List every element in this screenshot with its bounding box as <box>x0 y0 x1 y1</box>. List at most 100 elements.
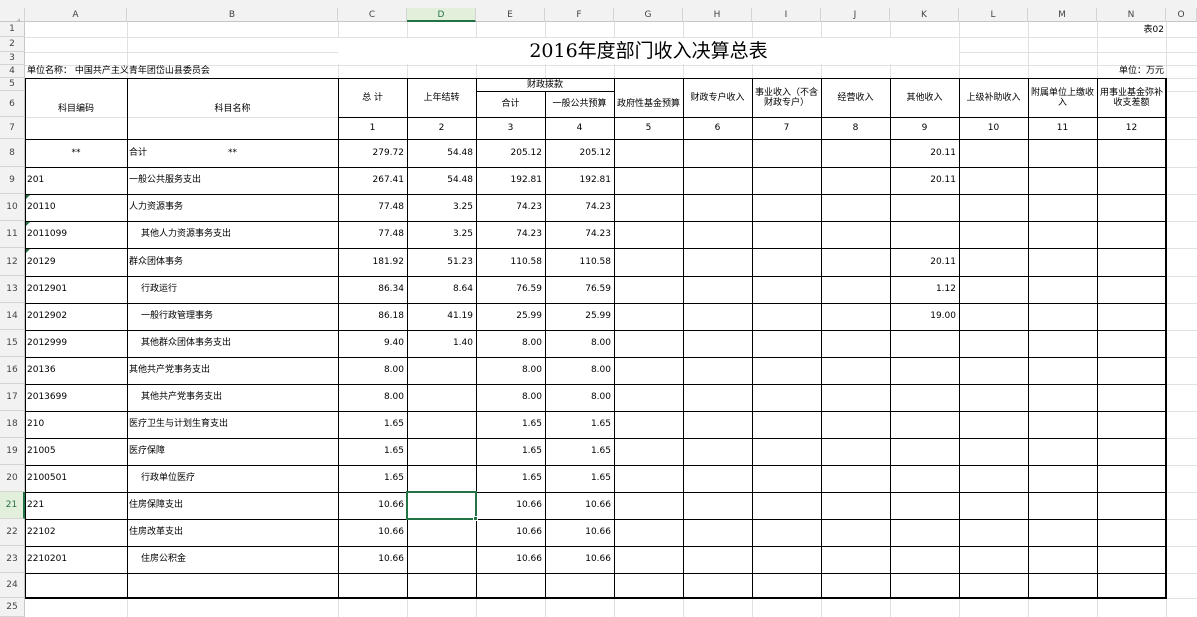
row-header-17[interactable]: 17 <box>0 384 25 411</box>
row-name[interactable]: 行政单位医疗 <box>141 465 348 492</box>
cell-total[interactable]: 77.48 <box>338 194 407 221</box>
select-all-corner[interactable] <box>0 8 25 24</box>
row-code[interactable]: 20129 <box>27 248 127 276</box>
row-code[interactable]: 2100501 <box>27 465 127 492</box>
active-cell-selection[interactable] <box>406 491 477 520</box>
cell-carryover[interactable] <box>407 546 476 573</box>
column-header-b[interactable]: B <box>127 8 338 22</box>
column-header-k[interactable]: K <box>890 8 959 22</box>
column-header-n[interactable]: N <box>1097 8 1166 22</box>
row-header-6[interactable]: 6 <box>0 91 25 117</box>
column-header-f[interactable]: F <box>545 8 614 22</box>
cell-carryover[interactable] <box>407 384 476 411</box>
cell-carryover[interactable] <box>407 519 476 546</box>
cell-other-income[interactable]: 20.11 <box>890 167 959 194</box>
row-name[interactable]: 行政运行 <box>141 276 348 303</box>
row-code[interactable]: 210 <box>27 411 127 438</box>
cell-fiscal-sum[interactable]: 205.12 <box>476 139 545 167</box>
cell-total[interactable]: 8.00 <box>338 384 407 411</box>
cell-other-income[interactable] <box>890 519 959 546</box>
cell-other-income[interactable] <box>890 194 959 221</box>
cell-total[interactable]: 10.66 <box>338 546 407 573</box>
column-header-d[interactable]: D <box>407 8 476 22</box>
cell-fiscal-sum[interactable]: 10.66 <box>476 519 545 546</box>
cell-total[interactable]: 1.65 <box>338 438 407 465</box>
row-code[interactable]: 201 <box>27 167 127 194</box>
row-name[interactable]: 合计 <box>129 139 336 167</box>
row-name[interactable]: 医疗卫生与计划生育支出 <box>129 411 336 438</box>
cell-fiscal-sum[interactable]: 74.23 <box>476 194 545 221</box>
row-header-12[interactable]: 12 <box>0 248 25 276</box>
row-header-9[interactable]: 9 <box>0 167 25 194</box>
column-header-e[interactable]: E <box>476 8 545 22</box>
row-code[interactable]: 2012999 <box>27 330 127 357</box>
row-header-18[interactable]: 18 <box>0 411 25 438</box>
row-header-11[interactable]: 11 <box>0 221 25 248</box>
row-header-10[interactable]: 10 <box>0 194 25 221</box>
cell-total[interactable]: 181.92 <box>338 248 407 276</box>
cell-carryover[interactable]: 54.48 <box>407 167 476 194</box>
row-header-8[interactable]: 8 <box>0 139 25 167</box>
row-code[interactable]: 2011099 <box>27 221 127 248</box>
row-code[interactable]: 2013699 <box>27 384 127 411</box>
column-header-m[interactable]: M <box>1028 8 1097 22</box>
cell-general-budget[interactable]: 74.23 <box>545 194 614 221</box>
cell-fiscal-sum[interactable]: 76.59 <box>476 276 545 303</box>
column-header-g[interactable]: G <box>614 8 683 22</box>
row-header-7[interactable]: 7 <box>0 117 25 139</box>
row-name[interactable]: 其他人力资源事务支出 <box>141 221 348 248</box>
cell-other-income[interactable] <box>890 411 959 438</box>
cell-other-income[interactable] <box>890 546 959 573</box>
cell-general-budget[interactable]: 76.59 <box>545 276 614 303</box>
column-header-i[interactable]: I <box>752 8 821 22</box>
cell-other-income[interactable]: 1.12 <box>890 276 959 303</box>
column-header-l[interactable]: L <box>959 8 1028 22</box>
cell-carryover[interactable]: 3.25 <box>407 194 476 221</box>
row-code[interactable]: 20136 <box>27 357 127 384</box>
cell-carryover[interactable] <box>407 438 476 465</box>
cell-other-income[interactable] <box>890 221 959 248</box>
row-code[interactable]: 221 <box>27 492 127 519</box>
cell-general-budget[interactable]: 1.65 <box>545 465 614 492</box>
cell-general-budget[interactable]: 25.99 <box>545 303 614 330</box>
cell-total[interactable]: 9.40 <box>338 330 407 357</box>
row-header-2[interactable]: 2 <box>0 37 25 52</box>
cell-fiscal-sum[interactable]: 8.00 <box>476 357 545 384</box>
cell-total[interactable]: 86.34 <box>338 276 407 303</box>
row-name[interactable]: 住房改革支出 <box>129 519 336 546</box>
row-header-22[interactable]: 22 <box>0 519 25 546</box>
cell-carryover[interactable]: 8.64 <box>407 276 476 303</box>
row-header-4[interactable]: 4 <box>0 65 25 78</box>
cell-other-income[interactable]: 20.11 <box>890 139 959 167</box>
cell-total[interactable]: 279.72 <box>338 139 407 167</box>
row-header-14[interactable]: 14 <box>0 303 25 330</box>
cell-fiscal-sum[interactable]: 1.65 <box>476 438 545 465</box>
row-name[interactable]: 其他群众团体事务支出 <box>141 330 348 357</box>
cell-fiscal-sum[interactable]: 1.65 <box>476 465 545 492</box>
column-header-a[interactable]: A <box>25 8 127 22</box>
column-header-c[interactable]: C <box>338 8 407 22</box>
column-header-j[interactable]: J <box>821 8 890 22</box>
row-code[interactable] <box>27 139 127 167</box>
cell-total[interactable]: 1.65 <box>338 465 407 492</box>
row-code[interactable]: 2210201 <box>27 546 127 573</box>
row-name[interactable]: 住房保障支出 <box>129 492 336 519</box>
cell-fiscal-sum[interactable]: 74.23 <box>476 221 545 248</box>
row-header-1[interactable]: 1 <box>0 22 25 37</box>
cell-general-budget[interactable]: 8.00 <box>545 384 614 411</box>
column-header-h[interactable]: H <box>683 8 752 22</box>
row-header-3[interactable]: 3 <box>0 52 25 65</box>
cell-fiscal-sum[interactable]: 10.66 <box>476 546 545 573</box>
row-name[interactable]: 人力资源事务 <box>129 194 336 221</box>
cell-other-income[interactable] <box>890 465 959 492</box>
cell-fiscal-sum[interactable]: 1.65 <box>476 411 545 438</box>
cell-other-income[interactable] <box>890 492 959 519</box>
cell-general-budget[interactable]: 1.65 <box>545 411 614 438</box>
cell-fiscal-sum[interactable]: 8.00 <box>476 384 545 411</box>
cell-carryover[interactable]: 51.23 <box>407 248 476 276</box>
cell-general-budget[interactable]: 205.12 <box>545 139 614 167</box>
cell-other-income[interactable] <box>890 384 959 411</box>
row-code[interactable]: 2012901 <box>27 276 127 303</box>
cell-general-budget[interactable]: 1.65 <box>545 438 614 465</box>
row-name[interactable]: 其他共产党事务支出 <box>141 384 348 411</box>
